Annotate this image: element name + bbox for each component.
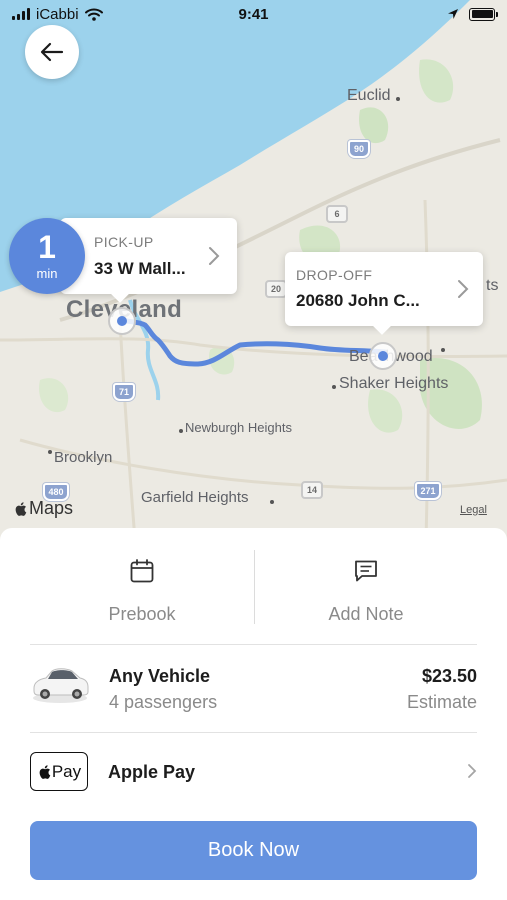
prebook-button[interactable]: Prebook	[30, 558, 254, 632]
chevron-right-icon	[458, 280, 469, 298]
apple-pay-badge-text: Pay	[51, 761, 82, 781]
place-label-newburgh-heights: Newburgh Heights	[185, 420, 292, 435]
add-note-button[interactable]: Add Note	[254, 558, 478, 632]
pickup-label: PICK-UP	[94, 234, 154, 250]
payment-method-row[interactable]: Pay Apple Pay	[30, 750, 477, 792]
apple-logo-icon	[15, 501, 27, 516]
route-shield-6: 6	[326, 205, 348, 223]
pickup-pin[interactable]	[108, 307, 136, 335]
highway-shield-271: 271	[415, 482, 441, 500]
eta-unit: min	[36, 265, 58, 281]
vehicle-name: Any Vehicle	[109, 666, 211, 686]
route-line	[119, 317, 388, 367]
pin-dot	[378, 351, 388, 361]
status-time: 9:41	[238, 5, 269, 23]
pickup-address: 33 W Mall...	[94, 259, 186, 278]
chevron-right-icon	[209, 247, 220, 265]
booking-sheet: Prebook Add Note Any Vehicle 4 passenger…	[0, 528, 507, 900]
maps-wordmark: Maps	[29, 498, 74, 518]
carrier-name: iCabbi	[36, 5, 79, 23]
status-bar: iCabbi 9:41	[0, 0, 507, 28]
legal-link[interactable]: Legal	[460, 504, 487, 516]
place-label-shaker-heights: Shaker Heights	[339, 375, 449, 392]
battery-icon	[469, 7, 498, 21]
prebook-label: Prebook	[108, 604, 176, 624]
dropoff-callout[interactable]: DROP-OFF 20680 John C...	[285, 252, 483, 335]
pin-dot	[117, 316, 127, 326]
place-label-edge: ts	[486, 277, 499, 294]
cellular-signal-icon	[12, 8, 30, 20]
place-dot	[48, 450, 52, 454]
wifi-icon	[84, 8, 103, 21]
pickup-callout[interactable]: PICK-UP 33 W Mall...	[60, 218, 237, 303]
apple-maps-logo: Maps	[13, 498, 73, 519]
route-shield-14: 14	[301, 481, 323, 499]
message-icon	[355, 560, 377, 582]
fare-price: $23.50	[421, 666, 477, 686]
chevron-right-icon	[468, 764, 477, 778]
book-now-button[interactable]: Book Now	[30, 821, 477, 880]
arrow-left-icon	[40, 42, 64, 62]
shield-label: 20	[270, 284, 281, 294]
place-dot	[270, 500, 274, 504]
place-dot	[396, 97, 400, 101]
route-shield-20: 20	[265, 280, 287, 298]
shield-label: 271	[420, 486, 436, 496]
place-dot	[179, 429, 183, 433]
place-label-euclid: Euclid	[347, 87, 391, 104]
add-note-label: Add Note	[328, 604, 404, 624]
apple-pay-badge: Pay	[30, 752, 88, 791]
location-arrow-icon	[448, 9, 458, 19]
eta-value: 1	[38, 228, 56, 265]
map-view[interactable]: 90 6 20 71 480 14 271 Euclid Cleveland B…	[0, 0, 507, 540]
apple-logo-icon	[39, 764, 51, 779]
dropoff-label: DROP-OFF	[296, 267, 373, 283]
place-label-garfield-heights: Garfield Heights	[141, 489, 249, 506]
shield-label: 14	[306, 485, 317, 495]
payment-method-name: Apple Pay	[108, 762, 196, 782]
place-label-brooklyn: Brooklyn	[54, 449, 113, 466]
place-dot	[332, 385, 336, 389]
vehicle-option-row[interactable]: Any Vehicle 4 passengers $23.50 Estimate	[30, 658, 477, 718]
vehicle-passengers: 4 passengers	[109, 692, 218, 712]
highway-shield-71: 71	[113, 383, 135, 401]
car-icon	[33, 668, 89, 703]
shield-label: 6	[334, 209, 340, 219]
shield-label: 480	[48, 487, 64, 497]
shield-label: 71	[118, 387, 129, 397]
highway-shield-90: 90	[348, 140, 370, 158]
dropoff-address: 20680 John C...	[296, 291, 420, 310]
dropoff-pin[interactable]	[369, 342, 397, 370]
back-button[interactable]	[25, 25, 79, 79]
divider	[30, 644, 477, 645]
shield-label: 90	[353, 144, 364, 154]
pickup-eta-badge: 1 min	[9, 218, 85, 294]
fare-estimate-label: Estimate	[406, 692, 477, 712]
divider	[30, 732, 477, 733]
place-dot	[441, 348, 445, 352]
calendar-icon	[130, 559, 154, 583]
